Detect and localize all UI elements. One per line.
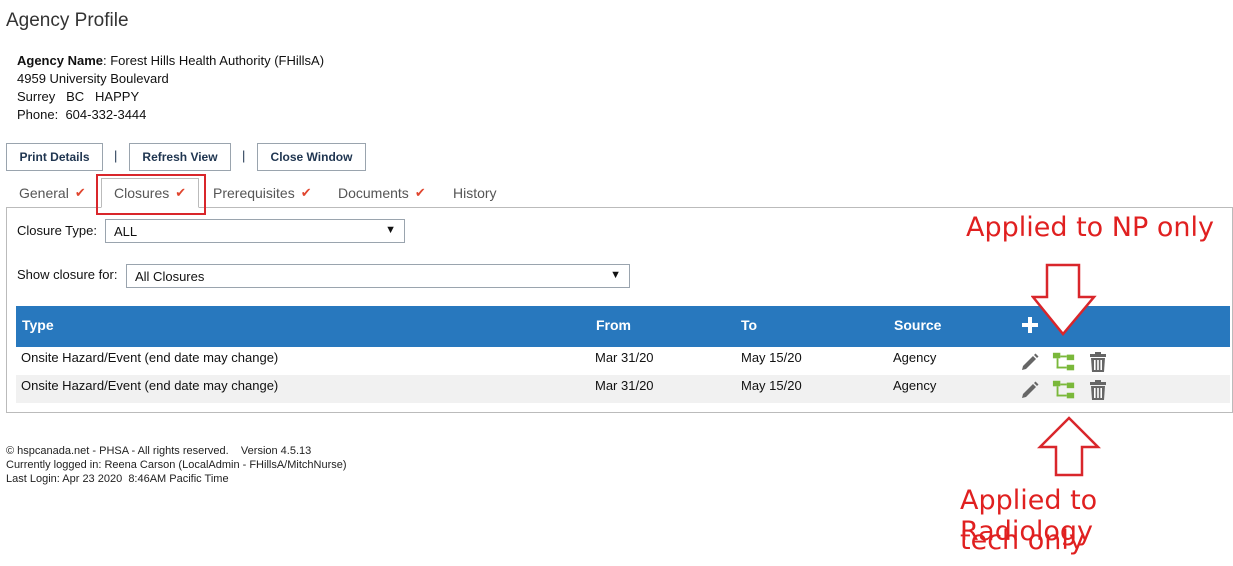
tab-history[interactable]: History [453, 178, 497, 208]
agency-details: Agency Name: Forest Hills Health Authori… [17, 52, 324, 124]
column-header-source[interactable]: Source [894, 317, 941, 333]
tab-closures[interactable]: Closures ✔ [101, 178, 200, 208]
print-details-button[interactable]: Print Details [6, 143, 103, 171]
footer-last-login: Last Login: Apr 23 2020 8:46AM Pacific T… [6, 473, 229, 485]
closure-type-label: Closure Type: [17, 223, 97, 238]
agency-phone-label: Phone: [17, 107, 59, 122]
edit-pencil-icon[interactable] [1018, 378, 1042, 402]
show-closure-for-label: Show closure for: [17, 267, 118, 282]
footer: © hspcanada.net - PHSA - All rights rese… [6, 444, 347, 486]
cell-type: Onsite Hazard/Event (end date may change… [21, 350, 279, 365]
agency-city-row: Surrey BC HAPPY [17, 88, 324, 106]
refresh-view-button[interactable]: Refresh View [129, 143, 231, 171]
tab-general[interactable]: General ✔ [19, 178, 86, 208]
annotation-radiology-note-line2: tech only [960, 525, 1085, 556]
toolbar-separator: | [242, 148, 246, 163]
tab-bar: General ✔ Closures ✔ Prerequisites ✔ Docume… [6, 178, 1233, 208]
tab-label: Closures [114, 185, 170, 201]
toolbar-separator: | [114, 148, 118, 163]
edit-pencil-icon[interactable] [1018, 350, 1042, 374]
cell-source: Agency [893, 350, 937, 365]
tab-documents[interactable]: Documents ✔ [338, 178, 426, 208]
agency-phone-row: Phone: 604-332-3444 [17, 106, 324, 124]
column-header-to[interactable]: To [741, 317, 757, 333]
table-row: Onsite Hazard/Event (end date may change… [16, 347, 1230, 375]
tab-label: Prerequisites [213, 185, 295, 201]
closure-type-select[interactable]: ALL ▼ [105, 219, 405, 243]
row-actions [1018, 349, 1110, 375]
show-closure-for-select[interactable]: All Closures ▼ [126, 264, 630, 288]
cell-from: Mar 31/20 [595, 378, 654, 393]
dropdown-arrow-icon: ▼ [385, 224, 396, 236]
closure-type-value: ALL [114, 223, 138, 239]
cell-type: Onsite Hazard/Event (end date may change… [21, 378, 279, 393]
hierarchy-icon[interactable] [1052, 378, 1076, 402]
row-actions [1018, 377, 1110, 403]
trash-icon[interactable] [1086, 378, 1110, 402]
agency-phone: 604-332-3444 [65, 107, 147, 122]
close-window-button[interactable]: Close Window [257, 143, 366, 171]
add-icon[interactable] [1020, 315, 1040, 335]
cell-from: Mar 31/20 [595, 350, 654, 365]
annotation-np-note: Applied to NP only [966, 212, 1214, 243]
column-header-type[interactable]: Type [22, 317, 54, 333]
footer-logged-in: Currently logged in: Reena Carson (Local… [6, 459, 347, 471]
agency-postal: HAPPY [95, 89, 140, 104]
check-icon: ✔ [414, 185, 426, 200]
agency-province: BC [66, 89, 85, 104]
page-title: Agency Profile [6, 10, 129, 31]
footer-copyright: © hspcanada.net - PHSA - All rights rese… [6, 445, 312, 457]
show-closure-for-value: All Closures [135, 268, 205, 284]
column-header-from[interactable]: From [596, 317, 631, 333]
agency-address: 4959 University Boulevard [17, 71, 169, 86]
hierarchy-icon[interactable] [1052, 350, 1076, 374]
table-header: Type From To Source [16, 306, 1230, 347]
agency-name-row: Agency Name: Forest Hills Health Authori… [17, 52, 324, 70]
arrow-up-icon [1037, 416, 1101, 477]
tab-label: General [19, 185, 69, 201]
tab-prerequisites[interactable]: Prerequisites ✔ [213, 178, 312, 208]
check-icon: ✔ [300, 185, 312, 200]
agency-name-label: Agency Name [17, 53, 103, 68]
tab-label: Documents [338, 185, 409, 201]
closures-table: Type From To Source Onsite Hazard/Event … [16, 306, 1230, 403]
check-icon: ✔ [175, 185, 187, 200]
agency-name-value: : Forest Hills Health Authority (FHillsA… [102, 53, 325, 68]
cell-to: May 15/20 [741, 350, 802, 365]
agency-city: Surrey [17, 89, 56, 104]
trash-icon[interactable] [1086, 350, 1110, 374]
dropdown-arrow-icon: ▼ [610, 269, 621, 281]
tab-label: History [453, 185, 497, 201]
check-icon: ✔ [74, 185, 86, 200]
table-row: Onsite Hazard/Event (end date may change… [16, 375, 1230, 403]
cell-source: Agency [893, 378, 937, 393]
cell-to: May 15/20 [741, 378, 802, 393]
